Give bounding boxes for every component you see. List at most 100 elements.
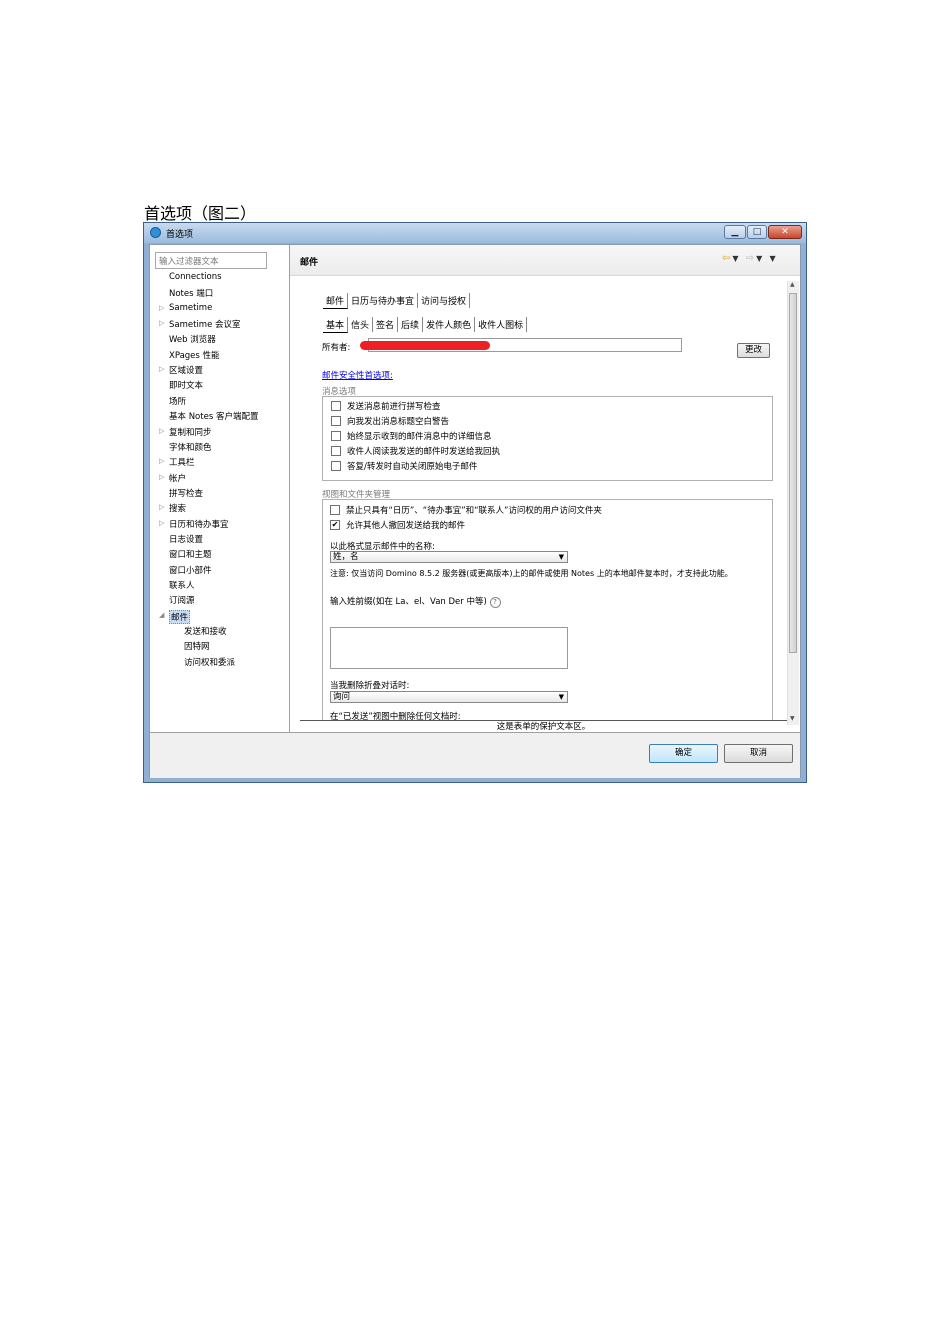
scrollbar-thumb[interactable]	[789, 293, 797, 653]
spell-check-option[interactable]: 发送消息前进行拼写检查	[331, 400, 441, 412]
allow-recall-label: 允许其他人撤回发送给我的邮件	[346, 521, 466, 531]
show-details-checkbox[interactable]	[331, 430, 341, 441]
prefix-label-text: 输入姓前缀(如在 La、el、Van Der 中等)	[330, 597, 487, 607]
vertical-scrollbar[interactable]: ▲ ▼	[787, 281, 799, 725]
window-title: 首选项	[166, 230, 194, 240]
tree-item[interactable]: Sametime	[169, 303, 212, 313]
allow-recall-checkbox[interactable]: ✔	[330, 519, 340, 530]
figure-caption: 首选项（图二）	[144, 204, 257, 223]
dropdown-arrow-icon: ▼	[558, 553, 564, 561]
name-format-value: 姓，名	[333, 552, 359, 562]
tree-item[interactable]: 场所	[169, 395, 186, 407]
tree-item[interactable]: 拼写检查	[169, 487, 203, 499]
tree-item[interactable]: 邮件	[169, 609, 191, 624]
help-icon[interactable]: ?	[489, 597, 501, 608]
tree-item[interactable]: 复制和同步	[169, 426, 212, 438]
view-menu-icon[interactable]: ▼	[769, 254, 777, 263]
tab-follow-up[interactable]: 后续	[398, 317, 424, 332]
tab-mail[interactable]: 邮件	[323, 293, 349, 309]
close-button[interactable]: ✕	[768, 225, 802, 239]
tree-item[interactable]: 字体和颜色	[169, 441, 212, 453]
tab-basics[interactable]: 基本	[323, 317, 349, 333]
ok-button[interactable]: 确定	[649, 744, 718, 763]
maximize-button[interactable]: □	[747, 225, 767, 239]
dialog-button-bar: 确定 取消	[150, 732, 800, 778]
tree-child-item[interactable]: 发送和接收	[184, 625, 227, 637]
tree-item[interactable]: 基本 Notes 客户端配置	[169, 410, 258, 422]
tree-child-item[interactable]: 因特网	[184, 640, 210, 652]
minimize-button[interactable]: ▁	[724, 225, 746, 239]
return-receipt-checkbox[interactable]	[331, 445, 341, 456]
mail-security-link[interactable]: 邮件安全性首选项:	[322, 369, 393, 381]
tree-item[interactable]: 工具栏	[169, 456, 195, 468]
delete-folder-select[interactable]: 询问 ▼	[330, 691, 568, 703]
scroll-down-icon[interactable]: ▼	[790, 715, 795, 722]
preferences-tree-panel: Connections Notes 端口 ▷ Sametime ▷ Sametime 会议…	[150, 245, 290, 732]
blank-subject-option[interactable]: 向我发出消息标题空白警告	[331, 415, 449, 427]
expanded-arrow-icon[interactable]: ◢	[159, 611, 164, 619]
tree-child-item[interactable]: 访问权和委派	[184, 656, 235, 668]
name-format-select[interactable]: 姓，名 ▼	[330, 551, 568, 563]
show-details-label: 始终显示收到的邮件消息中的详细信息	[347, 432, 492, 442]
tree-item[interactable]: 日历和待办事宜	[169, 518, 229, 530]
scroll-up-icon[interactable]: ▲	[790, 281, 795, 288]
tree-item[interactable]: 帐户	[169, 472, 186, 484]
tab-recipient-icons[interactable]: 收件人图标	[475, 317, 528, 332]
collapsed-arrow-icon[interactable]: ▷	[159, 457, 164, 465]
forward-menu-icon[interactable]: ▼	[756, 254, 764, 263]
tab-calendar-todo[interactable]: 日历与待办事宜	[348, 293, 419, 308]
prefix-textarea[interactable]	[330, 627, 568, 669]
tree-item[interactable]: 订阅源	[169, 594, 195, 606]
owner-label: 所有者:	[322, 343, 351, 353]
prefix-label: 输入姓前缀(如在 La、el、Van Der 中等) ?	[330, 595, 501, 608]
message-options-group: 发送消息前进行拼写检查 向我发出消息标题空白警告 始终显示收到的邮件消息中的详细…	[322, 396, 773, 481]
allow-recall-option[interactable]: ✔ 允许其他人撤回发送给我的邮件	[330, 519, 465, 531]
panel-header: 邮件 ⇦▼ ⇨▼ ▼	[290, 245, 800, 276]
domino-note: 注意: 仅当访问 Domino 8.5.2 服务器(或更高版本)上的邮件或使用 …	[330, 569, 733, 578]
return-receipt-label: 收件人阅读我发送的邮件时发送给我回执	[347, 447, 501, 457]
tree-item[interactable]: 窗口小部件	[169, 564, 212, 576]
restrict-folder-access-option[interactable]: 禁止只具有“日历”、“待办事宜”和“联系人”访问权的用户访问文件夹	[330, 504, 602, 516]
collapsed-arrow-icon[interactable]: ▷	[159, 319, 164, 327]
back-arrow-icon[interactable]: ⇦	[722, 253, 732, 264]
filter-input[interactable]	[155, 252, 267, 269]
blank-subject-checkbox[interactable]	[331, 415, 341, 426]
tab-signature[interactable]: 签名	[373, 317, 399, 332]
collapsed-arrow-icon[interactable]: ▷	[159, 503, 164, 511]
tree-item[interactable]: Sametime 会议室	[169, 318, 241, 330]
collapsed-arrow-icon[interactable]: ▷	[159, 304, 164, 312]
return-receipt-option[interactable]: 收件人阅读我发送的邮件时发送给我回执	[331, 445, 500, 457]
auto-close-option[interactable]: 答复/转发时自动关闭原始电子邮件	[331, 460, 477, 472]
collapsed-arrow-icon[interactable]: ▷	[159, 427, 164, 435]
spell-check-checkbox[interactable]	[331, 400, 341, 411]
auto-close-checkbox[interactable]	[331, 460, 341, 471]
restrict-folder-access-checkbox[interactable]	[330, 504, 340, 515]
blank-subject-label: 向我发出消息标题空白警告	[347, 417, 450, 427]
tab-letterhead[interactable]: 信头	[348, 317, 374, 332]
tab-sender-colors[interactable]: 发件人颜色	[423, 317, 476, 332]
tree-item[interactable]: 区域设置	[169, 364, 203, 376]
tree-item[interactable]: 窗口和主题	[169, 548, 212, 560]
title-bar[interactable]: 首选项 ▁ □ ✕	[144, 223, 806, 243]
tree-item[interactable]: Connections	[169, 272, 222, 282]
tree-item[interactable]: Notes 端口	[169, 287, 213, 299]
auto-close-label: 答复/转发时自动关闭原始电子邮件	[347, 462, 478, 472]
tree-item[interactable]: Web 浏览器	[169, 333, 216, 345]
cancel-button[interactable]: 取消	[724, 744, 793, 763]
back-menu-icon[interactable]: ▼	[732, 254, 740, 263]
collapsed-arrow-icon[interactable]: ▷	[159, 365, 164, 373]
tree-item[interactable]: XPages 性能	[169, 349, 220, 361]
collapsed-arrow-icon[interactable]: ▷	[159, 519, 164, 527]
notes-app-icon	[150, 227, 161, 238]
tree-item[interactable]: 联系人	[169, 579, 195, 591]
spell-check-label: 发送消息前进行拼写检查	[347, 402, 441, 412]
forward-arrow-icon[interactable]: ⇨	[746, 253, 756, 264]
collapsed-arrow-icon[interactable]: ▷	[159, 473, 164, 481]
change-owner-button[interactable]: 更改	[737, 343, 770, 358]
tree-item[interactable]: 即时文本	[169, 379, 203, 391]
tree-item[interactable]: 日志设置	[169, 533, 203, 545]
dialog-client-area: Connections Notes 端口 ▷ Sametime ▷ Sametime 会议…	[149, 244, 801, 778]
tree-item[interactable]: 搜索	[169, 502, 186, 514]
show-details-option[interactable]: 始终显示收到的邮件消息中的详细信息	[331, 430, 492, 442]
tab-access-delegation[interactable]: 访问与授权	[418, 293, 471, 308]
